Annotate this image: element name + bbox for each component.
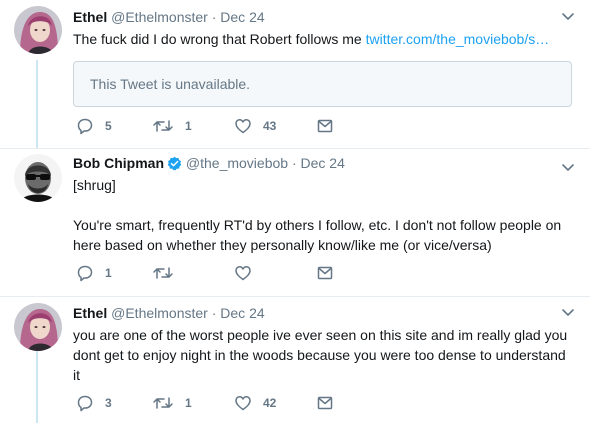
reply-button[interactable]: 5 xyxy=(76,116,112,136)
tweet-text: The fuck did I do wrong that Robert foll… xyxy=(73,29,572,49)
tweet[interactable]: Bob Chipman @the_moviebob · Dec 24 [shru… xyxy=(0,149,590,296)
dm-button[interactable] xyxy=(316,116,334,136)
user-handle[interactable]: @Ethelmonster xyxy=(111,9,208,25)
avatar[interactable] xyxy=(14,6,62,54)
retweet-count: 1 xyxy=(185,396,192,410)
separator-dot: · xyxy=(291,155,297,171)
tweet-actions: 5 1 43 xyxy=(76,116,366,136)
dm-icon xyxy=(316,117,334,135)
tweet-header: Ethel @Ethelmonster · Dec 24 xyxy=(73,8,574,26)
tweet[interactable]: Ethel @Ethelmonster · Dec 24 you are one… xyxy=(0,297,590,423)
like-button[interactable]: 43 xyxy=(234,116,276,136)
reply-count: 3 xyxy=(105,396,112,410)
quoted-tweet-text: This Tweet is unavailable. xyxy=(90,76,251,92)
caret-down-icon[interactable] xyxy=(560,304,576,320)
tweet-actions: 1 xyxy=(76,263,366,283)
retweet-icon xyxy=(152,394,174,412)
tweet-text: you are one of the worst people ive ever… xyxy=(73,327,568,383)
user-handle[interactable]: @Ethelmonster xyxy=(111,305,208,321)
tweet-date[interactable]: Dec 24 xyxy=(220,305,264,321)
avatar[interactable] xyxy=(14,154,62,202)
like-icon xyxy=(234,117,252,135)
tweet-text-body: The fuck did I do wrong that Robert foll… xyxy=(73,31,366,47)
quoted-tweet-unavailable[interactable]: This Tweet is unavailable. xyxy=(73,61,572,107)
display-name[interactable]: Bob Chipman xyxy=(73,155,164,171)
reply-icon xyxy=(76,264,94,282)
avatar[interactable] xyxy=(14,303,62,351)
like-count: 42 xyxy=(263,396,277,410)
separator-dot: · xyxy=(211,9,217,25)
tweet-text: You're smart, frequently RT'd by others … xyxy=(73,217,562,253)
caret-down-icon[interactable] xyxy=(560,8,576,24)
retweet-icon xyxy=(152,264,174,282)
tweet[interactable]: Ethel @Ethelmonster · Dec 24 The fuck di… xyxy=(0,0,590,148)
caret-down-icon[interactable] xyxy=(560,159,576,175)
display-name[interactable]: Ethel xyxy=(73,9,107,25)
verified-badge-icon xyxy=(167,156,182,175)
dm-icon xyxy=(316,264,334,282)
like-count: 43 xyxy=(263,119,277,133)
like-button[interactable] xyxy=(234,263,263,283)
tweet-text-line: [shrug] xyxy=(73,177,116,193)
user-handle[interactable]: @the_moviebob xyxy=(186,155,288,171)
dm-button[interactable] xyxy=(316,393,334,413)
tweet-header: Bob Chipman @the_moviebob · Dec 24 xyxy=(73,154,574,175)
retweet-count: 1 xyxy=(185,119,192,133)
reply-icon xyxy=(76,117,94,135)
reply-button[interactable]: 1 xyxy=(76,263,112,283)
dm-button[interactable] xyxy=(316,263,334,283)
tweet-date[interactable]: Dec 24 xyxy=(301,155,345,171)
reply-icon xyxy=(76,394,94,412)
retweet-icon xyxy=(152,117,174,135)
tweet-actions: 3 1 42 xyxy=(76,393,366,413)
reply-button[interactable]: 3 xyxy=(76,393,112,413)
tweet-date[interactable]: Dec 24 xyxy=(220,9,264,25)
like-icon xyxy=(234,264,252,282)
retweet-button[interactable] xyxy=(152,263,185,283)
display-name[interactable]: Ethel xyxy=(73,305,107,321)
reply-count: 1 xyxy=(105,266,112,280)
dm-icon xyxy=(316,394,334,412)
reply-count: 5 xyxy=(105,119,112,133)
like-icon xyxy=(234,394,252,412)
tweet-header: Ethel @Ethelmonster · Dec 24 xyxy=(73,304,574,322)
retweet-button[interactable]: 1 xyxy=(152,116,192,136)
tweet-link[interactable]: twitter.com/the_moviebob/s… xyxy=(366,31,550,47)
retweet-button[interactable]: 1 xyxy=(152,393,192,413)
separator-dot: · xyxy=(211,305,217,321)
like-button[interactable]: 42 xyxy=(234,393,276,413)
